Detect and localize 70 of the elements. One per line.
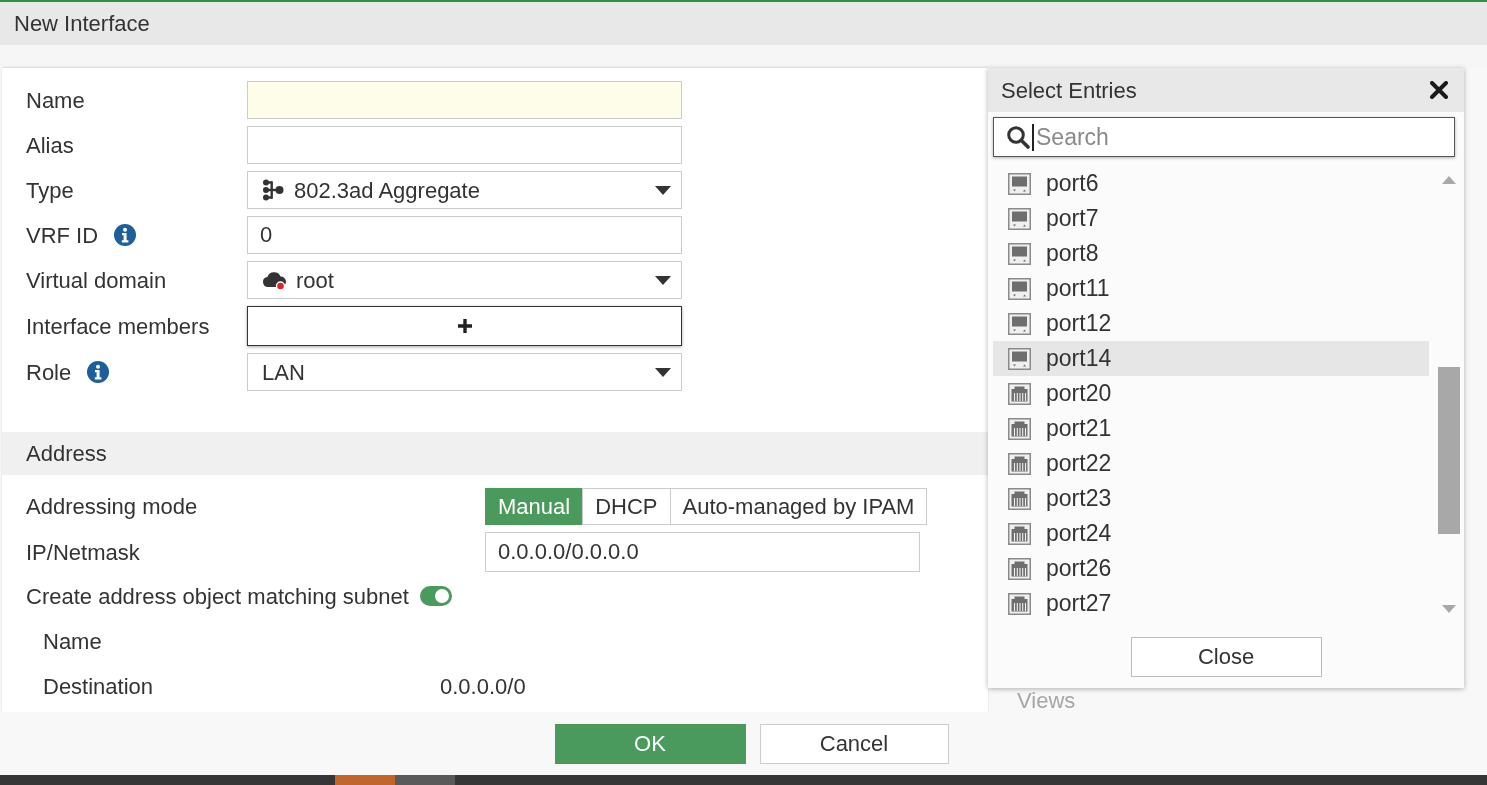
- menu-label: Views: [1017, 688, 1076, 713]
- virtual-domain-dropdown[interactable]: root: [247, 261, 682, 299]
- field-label: Name: [43, 627, 102, 656]
- mode-toggle-option[interactable]: DHCP: [582, 488, 671, 525]
- role-dropdown[interactable]: LAN: [247, 353, 682, 391]
- close-button[interactable]: Close: [1130, 636, 1322, 677]
- field-label: Virtual domain: [26, 266, 167, 295]
- field-label: Type: [26, 176, 74, 205]
- scroll-down-icon[interactable]: [1442, 605, 1456, 613]
- cloud-icon: [262, 269, 286, 291]
- caret-down-icon: [655, 367, 671, 377]
- field-label: Create address object matching subnet: [26, 582, 409, 611]
- ethernet-jack-icon: [1008, 452, 1031, 475]
- port-icon: [1008, 207, 1031, 230]
- section-header: Address: [2, 432, 988, 475]
- name-field[interactable]: [247, 81, 682, 119]
- search-icon: [1006, 125, 1030, 149]
- port-list-item[interactable]: port6: [993, 166, 1429, 201]
- port-list-item[interactable]: port24: [993, 516, 1429, 551]
- port-list-item[interactable]: port14: [993, 341, 1429, 376]
- port-list-item[interactable]: port27: [993, 586, 1429, 621]
- field-label: IP/Netmask: [26, 538, 140, 567]
- destination-value: 0.0.0.0/0: [440, 672, 526, 701]
- port-icon: [1008, 172, 1031, 195]
- field-label: Name: [26, 86, 85, 115]
- port-icon: [1008, 312, 1031, 335]
- caret-down-icon: [655, 185, 671, 195]
- ethernet-jack-icon: [1008, 487, 1031, 510]
- field-label: Addressing mode: [26, 493, 198, 521]
- ethernet-jack-icon: [1008, 557, 1031, 580]
- alias-field[interactable]: [247, 126, 682, 164]
- field-label: Role: [26, 358, 72, 387]
- ethernet-jack-icon: [1008, 417, 1031, 440]
- caret-down-icon: [655, 275, 671, 285]
- text-cursor-icon: [1032, 123, 1034, 151]
- port-list-item[interactable]: port22: [993, 446, 1429, 481]
- port-list-item[interactable]: port7: [993, 201, 1429, 236]
- ethernet-jack-icon: [1008, 522, 1031, 545]
- port-list-item[interactable]: port21: [993, 411, 1429, 446]
- port-list-item[interactable]: port11: [993, 271, 1429, 306]
- panel-title: Select Entries: [1001, 76, 1137, 105]
- add-members-button[interactable]: [247, 306, 682, 346]
- port-icon: [1008, 242, 1031, 265]
- port-icon: [1008, 277, 1031, 300]
- field-label: VRF ID: [26, 221, 99, 250]
- vrf-id-field[interactable]: 0: [247, 216, 682, 254]
- close-icon[interactable]: [1430, 81, 1448, 99]
- info-icon: [87, 361, 110, 383]
- field-label: Destination: [43, 672, 154, 701]
- port-icon: [1008, 347, 1031, 370]
- port-list-item[interactable]: port23: [993, 481, 1429, 516]
- field-label: Alias: [26, 131, 74, 160]
- type-dropdown[interactable]: 802.3ad Aggregate: [247, 171, 682, 209]
- port-list-item[interactable]: port8: [993, 236, 1429, 271]
- scroll-up-icon[interactable]: [1442, 176, 1456, 184]
- info-icon: [114, 224, 137, 246]
- port-list-item[interactable]: port20: [993, 376, 1429, 411]
- aggregate-icon: [262, 179, 284, 201]
- window-title: New Interface: [14, 10, 150, 38]
- port-list-item[interactable]: port26: [993, 551, 1429, 586]
- scrollbar-thumb[interactable]: [1438, 367, 1460, 534]
- ip-netmask-field[interactable]: 0.0.0.0/0.0.0.0: [485, 532, 920, 572]
- port-list-item[interactable]: port12: [993, 306, 1429, 341]
- ethernet-jack-icon: [1008, 592, 1031, 615]
- ethernet-jack-icon: [1008, 382, 1031, 405]
- mode-toggle-option[interactable]: Auto-managed by IPAM: [669, 488, 928, 525]
- field-label: Interface members: [26, 312, 210, 341]
- toggle-switch[interactable]: [419, 586, 452, 606]
- cancel-button[interactable]: Cancel: [759, 723, 949, 764]
- plus-icon: [457, 319, 472, 333]
